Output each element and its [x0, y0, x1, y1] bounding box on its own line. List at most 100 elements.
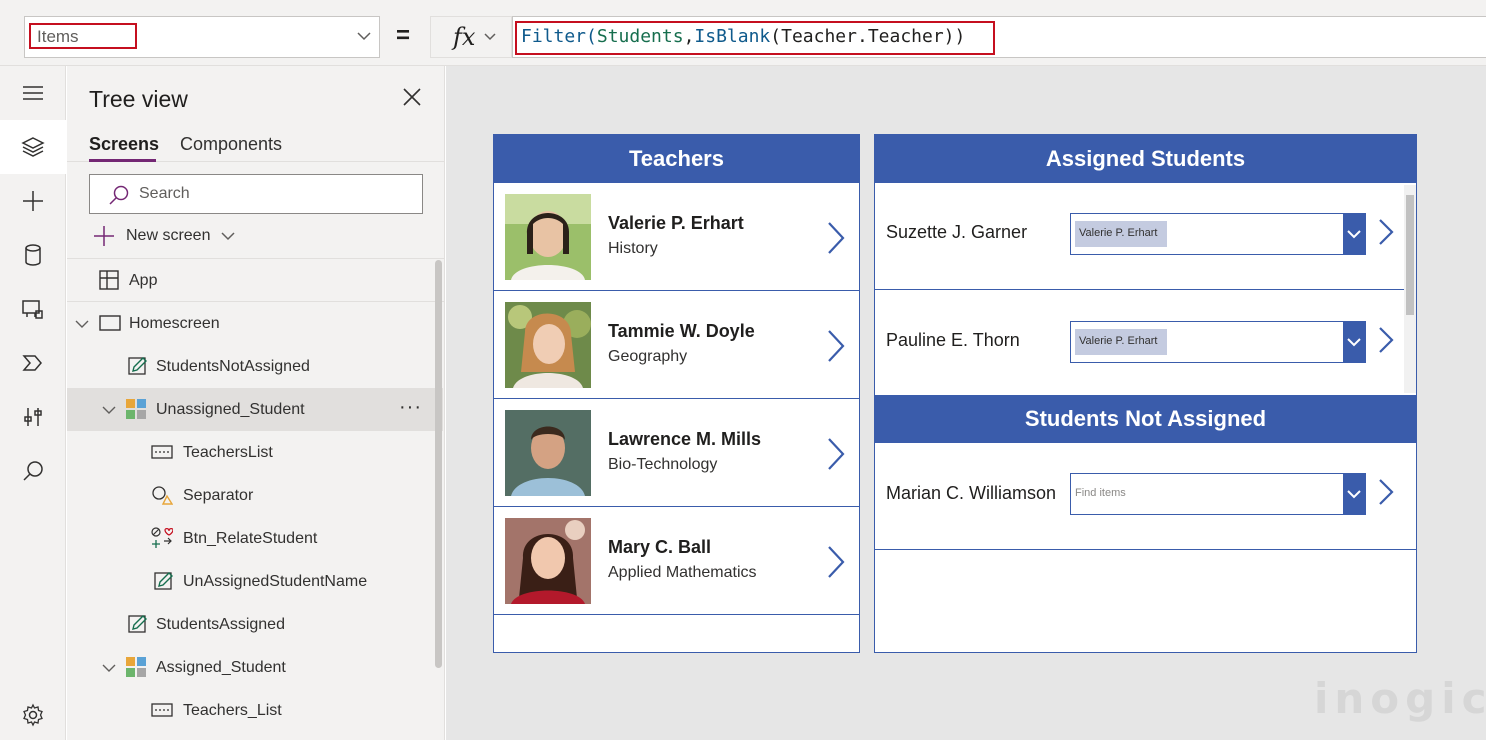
tree-node-students-not-assigned[interactable]: StudentsNotAssigned	[67, 345, 444, 388]
teachers-header: Teachers	[494, 135, 859, 183]
teacher-row[interactable]: Tammie W. Doyle Geography	[494, 291, 859, 399]
student-name: Suzette J. Garner	[886, 222, 1028, 242]
dropdown-control-icon	[151, 703, 173, 717]
teacher-name: Valerie P. Erhart	[608, 213, 744, 233]
tree-node-label: StudentsAssigned	[156, 615, 285, 633]
data-button[interactable]	[0, 228, 66, 282]
gallery-icon	[126, 657, 146, 677]
teacher-combobox[interactable]: Find items	[1070, 473, 1366, 515]
app-icon	[99, 270, 119, 290]
advanced-tools-button[interactable]	[0, 390, 66, 444]
chevron-down-icon[interactable]	[102, 661, 116, 675]
media-icon	[22, 300, 43, 319]
tab-components[interactable]: Components	[180, 134, 282, 155]
label-edit-icon	[128, 615, 147, 633]
combobox-dropdown-button[interactable]	[1343, 214, 1365, 254]
chevron-right-icon[interactable]	[826, 329, 846, 363]
tree-node-btn-relate-student[interactable]: Btn_RelateStudent	[67, 517, 444, 560]
screen-icon	[99, 315, 121, 331]
chevron-down-icon	[1347, 338, 1361, 347]
teacher-row[interactable]: Valerie P. Erhart History	[494, 183, 859, 291]
tree-scrollbar[interactable]	[435, 260, 442, 668]
scrollbar-thumb[interactable]	[1406, 195, 1414, 315]
property-value: Items	[29, 23, 137, 49]
assigned-student-row[interactable]: Suzette J. Garner Valerie P. Erhart	[875, 183, 1416, 290]
label-edit-icon	[128, 357, 147, 375]
power-automate-button[interactable]	[0, 336, 66, 390]
chevron-down-icon	[484, 33, 496, 41]
tree-node-teachers-list[interactable]: TeachersList	[67, 431, 444, 474]
tree-node-app[interactable]: App	[67, 259, 444, 302]
chevron-right-icon[interactable]	[1377, 475, 1397, 509]
combobox-placeholder: Find items	[1075, 487, 1126, 499]
unassigned-student-row[interactable]: Marian C. Williamson Find items	[875, 443, 1416, 550]
new-screen-button[interactable]: New screen	[93, 224, 236, 248]
tab-screens[interactable]: Screens	[89, 134, 159, 155]
teacher-row[interactable]: Lawrence M. Mills Bio-Technology	[494, 399, 859, 507]
tree-node-label: App	[129, 271, 158, 289]
shapes-icon	[152, 486, 173, 505]
media-button[interactable]	[0, 282, 66, 336]
tree-node-unassigned-student-name[interactable]: UnAssignedStudentName	[67, 560, 444, 603]
teacher-subject: Geography	[608, 348, 688, 365]
tree-node-label: TeachersList	[183, 443, 273, 461]
property-dropdown[interactable]: Items	[24, 16, 380, 58]
teacher-combobox[interactable]: Valerie P. Erhart	[1070, 321, 1366, 363]
tree-node-unassigned-student[interactable]: Unassigned_Student ···	[67, 388, 443, 431]
tree-node-separator[interactable]: Separator	[67, 474, 444, 517]
tree-node-assigned-student[interactable]: Assigned_Student	[67, 646, 444, 689]
label-edit-icon	[154, 572, 173, 590]
formula-text[interactable]: Filter(Students,IsBlank(Teacher.Teacher)…	[515, 21, 995, 55]
plus-icon	[23, 191, 43, 211]
insert-button[interactable]	[0, 174, 66, 228]
fx-icon: fx	[453, 23, 476, 51]
search-rail-button[interactable]	[0, 444, 66, 498]
new-screen-label: New screen	[126, 227, 211, 244]
assigned-student-row[interactable]: Pauline E. Thorn Valerie P. Erhart	[875, 291, 1416, 395]
tree-node-label: Unassigned_Student	[156, 400, 305, 418]
hamburger-icon	[23, 86, 43, 100]
settings-button[interactable]	[0, 690, 66, 740]
teacher-photo	[505, 518, 591, 604]
chevron-right-icon[interactable]	[1377, 323, 1397, 357]
equals-sign: =	[396, 22, 411, 49]
more-options-button[interactable]: ···	[399, 396, 422, 419]
chevron-down-icon[interactable]	[102, 403, 116, 417]
teacher-combobox[interactable]: Valerie P. Erhart	[1070, 213, 1366, 255]
tree-view-button[interactable]	[0, 120, 66, 174]
chevron-right-icon[interactable]	[826, 221, 846, 255]
fx-button[interactable]: fx	[430, 16, 512, 58]
flow-icon	[22, 355, 42, 371]
teacher-photo	[505, 194, 591, 280]
tree-node-students-assigned[interactable]: StudentsAssigned	[67, 603, 444, 646]
chevron-right-icon[interactable]	[1377, 215, 1397, 249]
gear-icon	[23, 703, 43, 727]
gallery-scrollbar[interactable]	[1404, 185, 1416, 393]
assigned-students-panel: Assigned Students Suzette J. Garner Vale…	[874, 134, 1417, 653]
chevron-down-icon	[357, 32, 371, 41]
teacher-name: Mary C. Ball	[608, 537, 712, 557]
teacher-photo	[505, 410, 591, 496]
tree-view-title: Tree view	[89, 86, 188, 112]
close-icon[interactable]	[401, 86, 423, 108]
tree-node-teachers-list-2[interactable]: Teachers_List	[67, 689, 444, 732]
dropdown-control-icon	[151, 445, 173, 459]
tools-icon	[24, 408, 42, 426]
left-rail	[0, 66, 66, 740]
tree-node-label: Homescreen	[129, 314, 220, 332]
teacher-row[interactable]: Mary C. Ball Applied Mathematics	[494, 507, 859, 615]
chevron-right-icon[interactable]	[826, 437, 846, 471]
combobox-dropdown-button[interactable]	[1343, 474, 1365, 514]
combobox-dropdown-button[interactable]	[1343, 322, 1365, 362]
tree-node-label: UnAssignedStudentName	[183, 572, 368, 590]
formula-input[interactable]: Filter(Students,IsBlank(Teacher.Teacher)…	[512, 16, 1486, 58]
active-tab-indicator	[89, 159, 156, 162]
tree-node-label: Teachers_List	[183, 701, 282, 719]
assigned-students-header: Assigned Students	[875, 135, 1416, 183]
tree-node-homescreen[interactable]: Homescreen	[67, 302, 444, 345]
chevron-down-icon[interactable]	[75, 317, 89, 331]
tree-search-input[interactable]: Search	[89, 174, 423, 214]
hamburger-menu-button[interactable]	[0, 66, 66, 120]
chevron-right-icon[interactable]	[826, 545, 846, 579]
app-canvas: Teachers Valerie P. Erhart History Tammi…	[446, 66, 1486, 740]
